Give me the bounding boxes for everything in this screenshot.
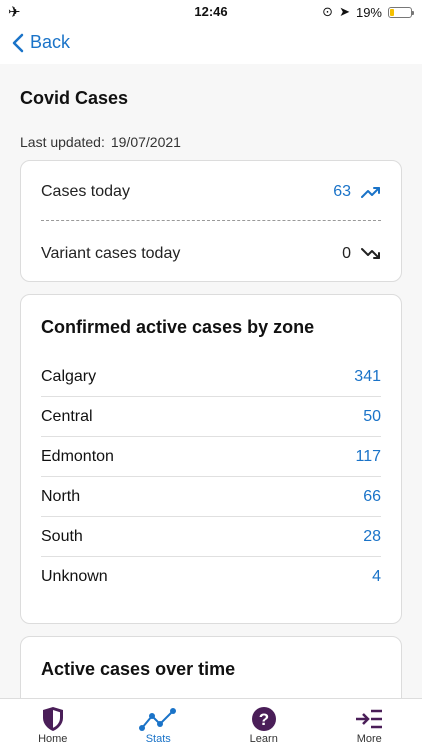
status-bar: ✈ 12:46 ⊙ ➤ 19% [0,0,422,24]
zone-row-south[interactable]: South 28 [41,517,381,557]
main-content[interactable]: Covid Cases Last updated: 19/07/2021 Cas… [0,64,422,698]
zone-name: Unknown [41,568,108,585]
zone-row-unknown[interactable]: Unknown 4 [41,557,381,597]
zone-name: Calgary [41,367,97,385]
zone-row-north[interactable]: North 66 [41,477,381,517]
zone-value: 341 [354,367,381,385]
last-updated-value: 19/07/2021 [110,134,181,150]
zone-row-calgary[interactable]: Calgary 341 [41,357,381,397]
location-icon: ➤ [339,4,350,19]
battery-icon [388,6,414,18]
zone-name: North [41,487,81,505]
back-label: Back [30,32,71,52]
battery-level [390,8,394,16]
cases-today-value: 63 [333,183,351,200]
help-icon: ? [251,705,277,733]
variant-cases-row[interactable]: Variant cases today 0 [41,243,381,265]
trending-down-icon [361,248,380,259]
zone-value: 66 [363,487,381,505]
over-time-card: Active cases over time [20,636,402,698]
status-right: ⊙ ➤ 19% [322,4,414,20]
tab-more-label: More [356,733,382,745]
divider [41,220,381,221]
zone-name: Central [41,407,93,425]
zone-name: South [41,527,83,545]
last-updated-label: Last updated: [20,134,105,150]
more-icon [354,705,384,733]
over-time-title: Active cases over time [41,659,236,679]
tab-stats-label: Stats [145,733,171,745]
zones-title: Confirmed active cases by zone [41,317,315,337]
page-title: Covid Cases [20,88,129,108]
variant-cases-value: 0 [342,245,351,262]
tab-bar: Home Stats ? Learn More [0,698,422,750]
tab-home[interactable]: Home [0,699,106,750]
last-updated: Last updated: 19/07/2021 [20,134,181,150]
tab-learn-label: Learn [249,733,278,745]
chevron-left-icon [12,33,24,52]
zone-value: 28 [363,527,381,545]
trending-up-icon [361,187,380,198]
shield-icon [41,705,65,733]
zone-value: 117 [355,447,381,465]
summary-card: Cases today 63 Variant cases today 0 [20,160,402,282]
zones-card: Confirmed active cases by zone Calgary 3… [20,294,402,624]
zone-list: Calgary 341 Central 50 Edmonton 117 Nort… [41,357,381,597]
tab-learn[interactable]: ? Learn [211,699,317,750]
orientation-lock-icon: ⊙ [322,4,334,19]
stats-icon [138,705,178,733]
svg-text:?: ? [259,710,269,729]
cases-today-label: Cases today [41,183,130,200]
navigation-bar: Back [0,24,422,64]
zone-value: 50 [363,407,381,425]
variant-cases-label: Variant cases today [41,245,181,262]
zone-row-central[interactable]: Central 50 [41,397,381,437]
tab-more[interactable]: More [317,699,422,750]
battery-percent: 19% [355,4,382,20]
zone-row-edmonton[interactable]: Edmonton 117 [41,437,381,477]
zone-value: 4 [372,568,381,585]
tab-home-label: Home [38,733,68,745]
cases-today-row[interactable]: Cases today 63 [41,181,381,203]
back-button[interactable]: Back [12,32,70,53]
tab-stats[interactable]: Stats [106,699,212,750]
zone-name: Edmonton [41,447,114,465]
